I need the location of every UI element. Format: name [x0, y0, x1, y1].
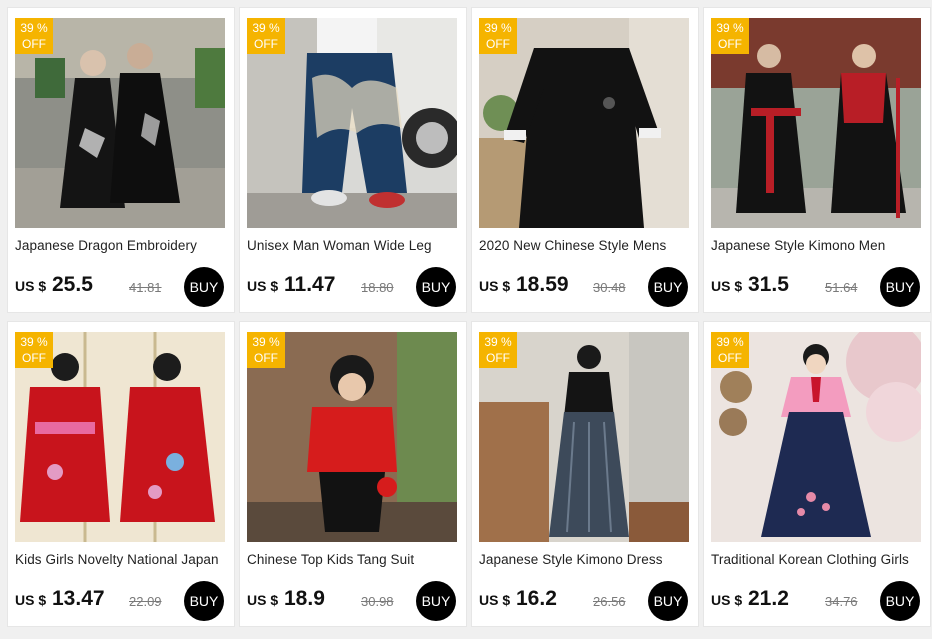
discount-off-label: OFF	[486, 351, 510, 365]
currency-label: US $	[711, 592, 743, 608]
product-title[interactable]: Traditional Korean Clothing Girls	[711, 552, 925, 567]
original-price: 41.81	[129, 280, 162, 295]
original-price: 18.80	[361, 280, 394, 295]
buy-button[interactable]: BUY	[648, 267, 688, 307]
currency-label: US $	[711, 278, 743, 294]
product-title[interactable]: Japanese Dragon Embroidery	[15, 238, 229, 253]
discount-badge: 39 % OFF	[711, 18, 749, 54]
product-image[interactable]: 39 % OFF	[15, 18, 225, 228]
discount-badge: 39 % OFF	[247, 18, 285, 54]
sale-price: 13.47	[52, 587, 105, 610]
product-card[interactable]: 39 % OFF Japanese Style Kimono Men US $ …	[703, 7, 931, 313]
buy-button[interactable]: BUY	[416, 581, 456, 621]
product-image[interactable]: 39 % OFF	[711, 18, 921, 228]
product-title[interactable]: Japanese Style Kimono Dress	[479, 552, 693, 567]
buy-button[interactable]: BUY	[184, 581, 224, 621]
original-price: 30.98	[361, 594, 394, 609]
sale-price: 18.59	[516, 273, 569, 296]
discount-badge: 39 % OFF	[479, 18, 517, 54]
sale-price: 31.5	[748, 273, 789, 296]
discount-badge: 39 % OFF	[15, 18, 53, 54]
currency-label: US $	[247, 278, 279, 294]
product-title[interactable]: Kids Girls Novelty National Japan	[15, 552, 229, 567]
discount-off-label: OFF	[22, 351, 46, 365]
buy-button[interactable]: BUY	[880, 581, 920, 621]
buy-button[interactable]: BUY	[184, 267, 224, 307]
buy-button[interactable]: BUY	[648, 581, 688, 621]
currency-label: US $	[247, 592, 279, 608]
discount-percent: 39 %	[484, 21, 512, 35]
currency-label: US $	[479, 278, 511, 294]
product-title[interactable]: Japanese Style Kimono Men	[711, 238, 925, 253]
discount-badge: 39 % OFF	[247, 332, 285, 368]
buy-button[interactable]: BUY	[880, 267, 920, 307]
product-image[interactable]: 39 % OFF	[247, 332, 457, 542]
sale-price: 11.47	[284, 273, 336, 296]
product-title[interactable]: Unisex Man Woman Wide Leg	[247, 238, 461, 253]
product-card[interactable]: 39 % OFF Kids Girls Novelty National Jap…	[7, 321, 235, 627]
currency-label: US $	[15, 278, 47, 294]
discount-off-label: OFF	[718, 351, 742, 365]
discount-percent: 39 %	[252, 335, 280, 349]
original-price: 30.48	[593, 280, 626, 295]
product-card[interactable]: 39 % OFF 2020 New Chinese Style Mens US …	[471, 7, 699, 313]
product-card[interactable]: 39 % OFF Japanese Dragon Embroidery US $…	[7, 7, 235, 313]
product-card[interactable]: 39 % OFF Unisex Man Woman Wide Leg US $ …	[239, 7, 467, 313]
discount-badge: 39 % OFF	[15, 332, 53, 368]
product-image[interactable]: 39 % OFF	[247, 18, 457, 228]
discount-off-label: OFF	[254, 37, 278, 51]
product-card[interactable]: 39 % OFF Japanese Style Kimono Dress US …	[471, 321, 699, 627]
product-card[interactable]: 39 % OFF Traditional Korean Clothing Gir…	[703, 321, 931, 627]
sale-price: 18.9	[284, 587, 325, 610]
sale-price: 21.2	[748, 587, 789, 610]
currency-label: US $	[479, 592, 511, 608]
product-title[interactable]: 2020 New Chinese Style Mens	[479, 238, 693, 253]
discount-off-label: OFF	[22, 37, 46, 51]
sale-price: 25.5	[52, 273, 93, 296]
product-title[interactable]: Chinese Top Kids Tang Suit	[247, 552, 461, 567]
product-image[interactable]: 39 % OFF	[479, 18, 689, 228]
currency-label: US $	[15, 592, 47, 608]
discount-percent: 39 %	[20, 21, 48, 35]
buy-button[interactable]: BUY	[416, 267, 456, 307]
discount-off-label: OFF	[718, 37, 742, 51]
sale-price: 16.2	[516, 587, 557, 610]
original-price: 22.09	[129, 594, 162, 609]
discount-percent: 39 %	[484, 335, 512, 349]
discount-percent: 39 %	[20, 335, 48, 349]
discount-badge: 39 % OFF	[711, 332, 749, 368]
discount-badge: 39 % OFF	[479, 332, 517, 368]
original-price: 34.76	[825, 594, 858, 609]
product-image[interactable]: 39 % OFF	[15, 332, 225, 542]
product-grid: 39 % OFF Japanese Dragon Embroidery US $…	[0, 0, 932, 639]
original-price: 51.64	[825, 280, 858, 295]
discount-off-label: OFF	[486, 37, 510, 51]
product-image[interactable]: 39 % OFF	[711, 332, 921, 542]
discount-percent: 39 %	[716, 21, 744, 35]
product-image[interactable]: 39 % OFF	[479, 332, 689, 542]
original-price: 26.56	[593, 594, 626, 609]
discount-percent: 39 %	[252, 21, 280, 35]
product-card[interactable]: 39 % OFF Chinese Top Kids Tang Suit US $…	[239, 321, 467, 627]
discount-percent: 39 %	[716, 335, 744, 349]
discount-off-label: OFF	[254, 351, 278, 365]
